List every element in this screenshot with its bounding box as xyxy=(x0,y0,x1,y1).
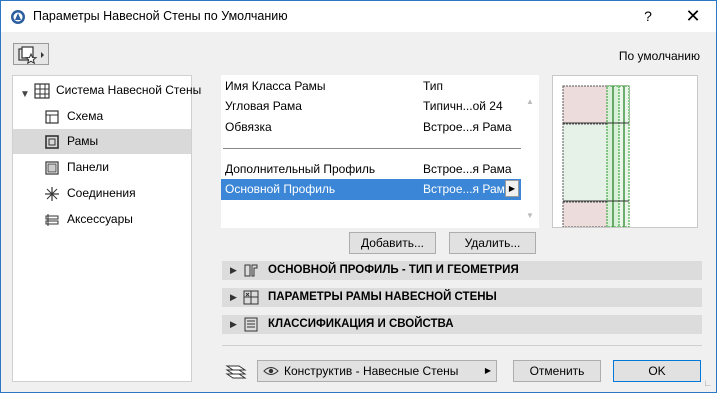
list-item-name: Имя Класса Рамы xyxy=(225,79,326,93)
tree-item-panels[interactable]: Панели xyxy=(13,155,191,180)
delete-button[interactable]: Удалить... xyxy=(449,232,536,254)
classification-icon xyxy=(244,317,258,332)
scheme-icon xyxy=(45,110,59,124)
section-frame-parameters[interactable]: ▶ ПАРАМЕТРЫ РАМЫ НАВЕСНОЙ СТЕНЫ xyxy=(222,288,702,307)
list-item-value: Тип xyxy=(423,79,444,93)
frame-parameters-icon xyxy=(243,290,259,305)
curtain-wall-preview-image xyxy=(562,85,630,228)
list-item-name: Угловая Рама xyxy=(225,99,302,113)
tree-item-label: Панели xyxy=(67,160,109,174)
chevron-right-icon[interactable]: ▶ xyxy=(505,180,519,197)
frame-class-list: Имя Класса Рамы Тип Угловая Рама Типичн.… xyxy=(221,75,539,228)
section-label: КЛАССИФИКАЦИЯ И СВОЙСТВА xyxy=(268,318,454,330)
default-label: По умолчанию xyxy=(618,49,700,63)
title-bar: Параметры Навесной Стены по Умолчанию ? … xyxy=(1,1,716,32)
list-item[interactable]: Дополнительный Профиль Встрое...я Рама xyxy=(221,159,521,180)
add-button[interactable]: Добавить... xyxy=(349,232,436,254)
section-label: ПАРАМЕТРЫ РАМЫ НАВЕСНОЙ СТЕНЫ xyxy=(268,291,497,303)
section-classification-properties[interactable]: ▶ КЛАССИФИКАЦИЯ И СВОЙСТВА xyxy=(222,315,702,334)
scroll-down-icon[interactable]: ▼ xyxy=(526,211,534,220)
list-item-selected[interactable]: Основной Профиль Встрое...я Рама ▶ xyxy=(221,179,521,200)
section-main-profile-type-geometry[interactable]: ▶ ОСНОВНОЙ ПРОФИЛЬ - ТИП И ГЕОМЕТРИЯ xyxy=(222,261,702,280)
tree-item-label: Рамы xyxy=(67,134,99,148)
list-item-name: Обвязка xyxy=(225,120,272,134)
favorites-button[interactable] xyxy=(13,43,49,65)
resize-grip-icon[interactable]: ∟ xyxy=(703,378,712,388)
list-item-value: Типичн...ой 24 xyxy=(423,99,503,113)
list-item[interactable]: Угловая Рама Типичн...ой 24 xyxy=(221,96,521,117)
list-scrollbar[interactable]: ▲ ▼ xyxy=(523,75,539,228)
layer-value: Конструктив - Навесные Стены xyxy=(284,364,459,378)
list-item[interactable]: Обвязка Встрое...я Рама xyxy=(221,117,521,138)
panels-icon xyxy=(45,161,59,175)
joints-icon xyxy=(45,187,59,201)
tree-root-curtain-wall-system[interactable]: ▼ Система Навесной Стены xyxy=(13,78,201,103)
bottom-divider xyxy=(222,345,702,346)
dialog-window: Параметры Навесной Стены по Умолчанию ? … xyxy=(0,0,717,393)
archicad-app-icon xyxy=(11,10,25,24)
favorites-star-icon xyxy=(18,46,44,64)
list-item-name: Основной Профиль xyxy=(225,182,336,196)
tree-item-label: Аксессуары xyxy=(67,212,133,226)
help-button[interactable]: ? xyxy=(625,1,671,32)
eye-icon xyxy=(263,367,279,375)
cancel-button[interactable]: Отменить xyxy=(513,360,601,382)
list-item-value: Встрое...я Рама xyxy=(423,182,512,196)
list-item-value: Встрое...я Рама xyxy=(423,162,512,176)
list-separator xyxy=(223,148,521,149)
list-item-name: Дополнительный Профиль xyxy=(225,162,376,176)
profile-geometry-icon xyxy=(244,264,258,277)
close-button[interactable]: ✕ xyxy=(670,1,716,32)
section-label: ОСНОВНОЙ ПРОФИЛЬ - ТИП И ГЕОМЕТРИЯ xyxy=(268,264,519,276)
scroll-up-icon[interactable]: ▲ xyxy=(526,97,534,106)
frames-icon xyxy=(45,135,59,149)
chevron-right-icon: ▶ xyxy=(230,292,237,302)
tree-item-accessories[interactable]: Аксессуары xyxy=(13,207,191,232)
chevron-right-icon: ▶ xyxy=(230,265,237,275)
list-item[interactable]: Имя Класса Рамы Тип xyxy=(221,76,521,97)
layers-icon xyxy=(225,365,247,379)
frame-preview xyxy=(552,75,698,228)
tree-item-label: Соединения xyxy=(67,186,136,200)
settings-tree: ▼ Система Навесной Стены Схема Рамы Пане… xyxy=(12,75,201,382)
ok-button[interactable]: OK xyxy=(613,360,701,382)
list-item-value: Встрое...я Рама xyxy=(423,120,512,134)
chevron-right-icon: ▶ xyxy=(484,366,491,375)
tree-root-label: Система Навесной Стены xyxy=(56,83,202,97)
tree-item-frames[interactable]: Рамы xyxy=(13,129,191,154)
accessories-icon xyxy=(45,214,59,226)
tree-item-joints[interactable]: Соединения xyxy=(13,181,191,206)
layer-dropdown[interactable]: Конструктив - Навесные Стены ▶ xyxy=(257,360,497,382)
window-title: Параметры Навесной Стены по Умолчанию xyxy=(33,9,288,23)
chevron-right-icon: ▶ xyxy=(230,319,237,329)
tree-item-label: Схема xyxy=(67,109,104,123)
tree-item-scheme[interactable]: Схема xyxy=(13,104,191,129)
curtain-wall-system-icon xyxy=(34,83,50,99)
